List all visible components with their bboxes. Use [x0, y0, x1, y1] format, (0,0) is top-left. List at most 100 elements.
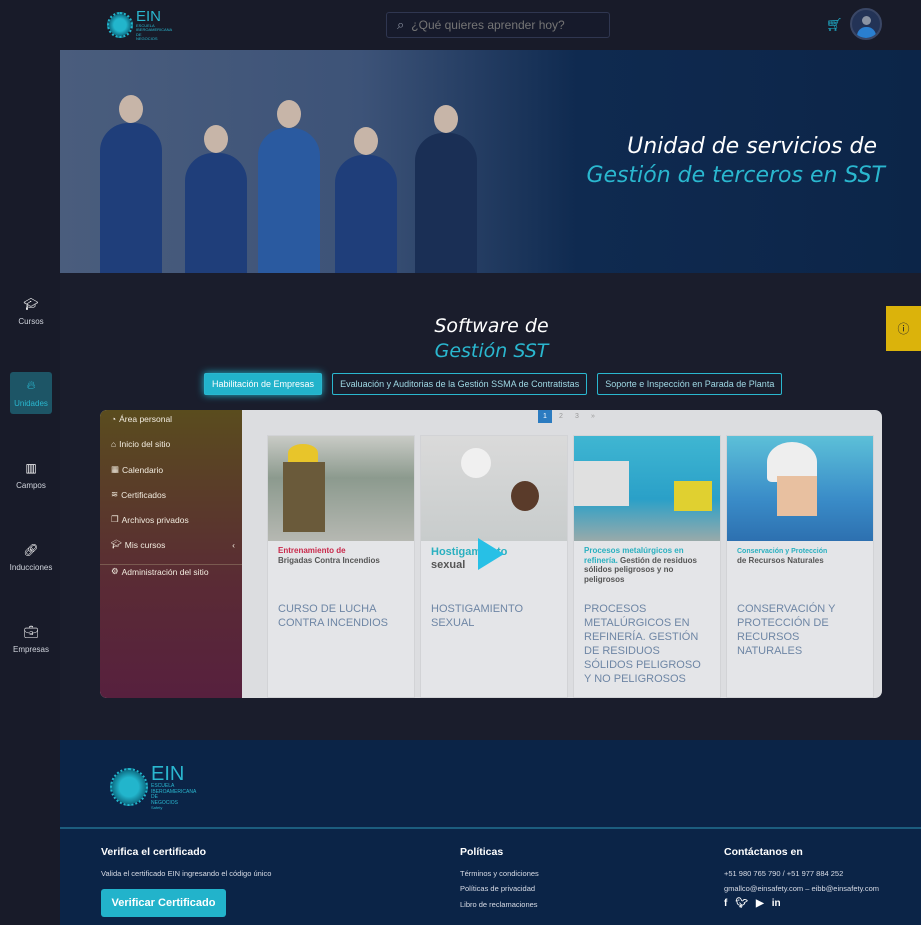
briefcase-icon: 💼︎ — [23, 624, 39, 639]
fire-icon: 🔥︎ — [26, 378, 36, 392]
card-title: CURSO DE LUCHA CONTRA INCENDIOS — [278, 603, 389, 630]
chevron-left-icon: ‹ — [232, 539, 235, 550]
card-title: HOSTIGAMIENTO SEXUAL — [431, 603, 524, 630]
service-tabs: Habilitación de Empresas Evaluación y Au… — [204, 373, 783, 395]
facebook-icon[interactable]: f — [724, 898, 727, 909]
layers-icon: ≋ — [111, 489, 119, 499]
info-button[interactable]: ⓘ — [886, 306, 921, 351]
tab-evaluacion[interactable]: Evaluación y Auditorias de la Gestión SS… — [332, 373, 588, 395]
course-card[interactable]: Conservación y Protección de Recursos Nat… — [726, 435, 874, 698]
verify-certificate-button[interactable]: Verificar Certificado — [101, 889, 226, 917]
menu-item-mis-cursos: 🎓︎ Mis cursos ‹ — [111, 539, 235, 550]
social-links: f 🐦︎ ▶ in — [724, 898, 781, 909]
menu-item-administracion: ⚙ Administración del sitio — [111, 566, 209, 577]
menu-item-area-personal: ◔ Área personal — [111, 414, 172, 424]
nav-label: Empresas — [12, 644, 49, 654]
file-icon: ❐ — [111, 514, 119, 524]
menu-item-calendario: ▦ Calendario — [111, 464, 163, 475]
search-input[interactable] — [411, 18, 592, 32]
globe-icon — [107, 12, 133, 39]
home-icon: ⌂ — [111, 439, 117, 449]
menu-label: Área personal — [119, 414, 173, 424]
card-title: PROCESOS METALÚRGICOS EN REFINERÍA. GEST… — [584, 603, 701, 686]
menu-label: Archivos privados — [121, 514, 189, 525]
section-title-line1: Software de — [434, 315, 549, 337]
sidebar-item-unidades[interactable]: 🔥︎ Unidades — [10, 372, 52, 414]
contact-emails: gmallco@einsafety.com – eibb@einsafety.c… — [724, 884, 880, 893]
menu-label: Calendario — [122, 464, 164, 475]
sidebar-item-inducciones[interactable]: 🔗︎ Inducciones — [9, 536, 53, 578]
course-image-nature — [727, 436, 873, 541]
sidebar-item-campos[interactable]: ▥ Campos — [10, 454, 52, 496]
map-icon: ▥ — [25, 460, 37, 475]
sidebar: 🎓︎ Cursos 🔥︎ Unidades ▥ Campos 🔗︎ Induccione… — [0, 50, 60, 925]
logo-text: EIN — [136, 8, 162, 25]
ein-logo[interactable]: EIN ESCUELA IBEROAMERICANA DE NEGOCIOS — [107, 8, 173, 42]
page-next[interactable]: » — [586, 410, 600, 423]
card-title: CONSERVACIÓN Y PROTECCIÓN DE RECURSOS NA… — [737, 603, 836, 658]
nav-label: Unidades — [14, 399, 48, 408]
linkedin-icon[interactable]: in — [772, 898, 781, 909]
menu-item-archivos: ❐ Archivos privados — [111, 514, 189, 525]
youtube-icon[interactable]: ▶ — [756, 898, 764, 909]
calendar-icon: ▦ — [111, 464, 120, 474]
course-card[interactable]: Entrenamiento de Brigadas Contra Incendio… — [267, 435, 415, 698]
nav-label: Campos — [16, 480, 46, 490]
menu-label: Inicio del sitio — [119, 439, 171, 449]
course-card[interactable]: Procesos metalúrgicos en refinería. Gest… — [573, 435, 721, 698]
privacy-link[interactable]: Políticas de privacidad — [460, 884, 535, 893]
menu-label: Mis cursos — [124, 539, 166, 550]
hero-banner: Unidad de servicios de Gestión de tercer… — [60, 50, 921, 273]
card-caption-b: de Recursos Naturales — [737, 556, 824, 566]
tab-soporte[interactable]: Soporte e Inspección en Parada de Planta — [597, 373, 783, 395]
course-image-refinery — [574, 436, 720, 541]
contact-phones: +51 980 765 790 / +51 977 884 252 — [724, 869, 844, 878]
twitter-icon[interactable]: 🐦︎ — [735, 898, 748, 909]
avatar[interactable] — [850, 8, 882, 40]
menu-label: Administración del sitio — [121, 566, 209, 577]
search-icon: ⌕ — [397, 17, 405, 32]
cart-icon[interactable]: 🛒︎ — [826, 17, 843, 33]
contact-heading: Contáctanos en — [724, 846, 803, 858]
tab-habilitacion[interactable]: Habilitación de Empresas — [204, 373, 323, 395]
pagination: 1 2 3 » — [538, 410, 600, 423]
footer: EIN ESCUELA IBEROAMERICANA DE NEGOCIOS S… — [60, 740, 921, 925]
dashboard-icon: ◔ — [111, 414, 117, 424]
globe-icon — [110, 768, 148, 807]
link-icon: 🔗︎ — [23, 542, 39, 557]
section-title-line2: Gestión SST — [434, 340, 549, 362]
card-caption-a: Entrenamiento de — [278, 546, 346, 555]
search-box[interactable]: ⌕ — [386, 12, 610, 38]
logo-tag: Safety — [151, 805, 163, 810]
card-caption-a: Conservación y Protección — [737, 548, 828, 555]
footer-logo: EIN ESCUELA IBEROAMERICANA DE NEGOCIOS S… — [110, 763, 197, 810]
course-image-fire — [268, 436, 414, 541]
hero-title-line2: Gestión de terceros en SST — [586, 163, 885, 188]
terms-link[interactable]: Términos y condiciones — [460, 869, 539, 878]
nav-label: Inducciones — [9, 562, 53, 572]
logo-text: EIN — [151, 763, 185, 785]
menu-label: Certificados — [121, 489, 167, 500]
verify-heading: Verifica el certificado — [101, 846, 207, 858]
top-header: EIN ESCUELA IBEROAMERICANA DE NEGOCIOS ⌕… — [0, 0, 921, 50]
verify-text: Valida el certificado EIN ingresando el … — [101, 869, 272, 878]
menu-item-certificados: ≋ Certificados — [111, 489, 166, 500]
menu-item-inicio: ⌂ Inicio del sitio — [111, 439, 170, 449]
complaints-book-link[interactable]: Libro de reclamaciones — [460, 900, 538, 909]
page-2[interactable]: 2 — [554, 410, 568, 423]
graduation-cap-icon: 🎓︎ — [23, 296, 39, 311]
graduation-cap-icon: 🎓︎ — [111, 539, 122, 549]
card-caption-b: sexual — [431, 559, 466, 572]
policies-heading: Políticas — [460, 846, 504, 858]
page-1[interactable]: 1 — [538, 410, 552, 423]
card-caption-b: Brigadas Contra Incendios — [278, 555, 380, 565]
page-3[interactable]: 3 — [570, 410, 584, 423]
gear-icon: ⚙ — [111, 566, 119, 576]
logo-subtext: ESCUELA IBEROAMERICANA DE NEGOCIOS — [151, 783, 197, 806]
info-icon: ⓘ — [897, 322, 910, 336]
software-preview: ◔ Área personal ⌂ Inicio del sitio ▦ Calend… — [100, 410, 882, 698]
sidebar-item-empresas[interactable]: 💼︎ Empresas — [10, 618, 52, 660]
lms-menu: ◔ Área personal ⌂ Inicio del sitio ▦ Calend… — [100, 410, 242, 698]
play-icon[interactable] — [478, 538, 504, 570]
logo-subtext: ESCUELA IBEROAMERICANA DE NEGOCIOS — [136, 23, 173, 42]
